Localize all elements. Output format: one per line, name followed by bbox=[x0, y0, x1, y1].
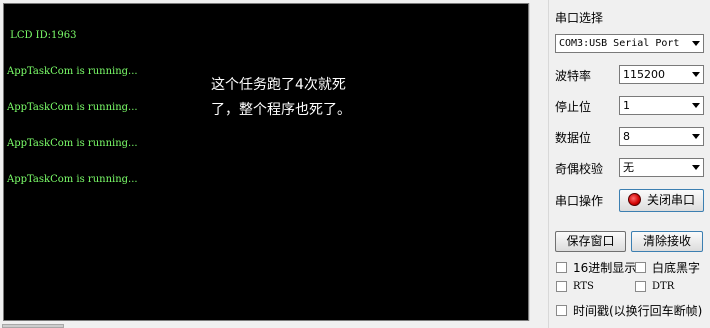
receive-terminal[interactable]: LCD ID:1963 AppTaskCom is running... App… bbox=[3, 3, 529, 321]
port-select-label: 串口选择 bbox=[555, 11, 604, 25]
terminal-line: AppTaskCom is running... bbox=[7, 102, 138, 113]
checkbox-box[interactable] bbox=[556, 305, 567, 316]
serial-settings-panel: 串口选择 COM3:USB Serial Port 波特率 115200 停止位… bbox=[549, 0, 710, 328]
white-background-label: 白底黑字 bbox=[652, 261, 701, 275]
close-port-button[interactable]: 关闭串口 bbox=[619, 189, 704, 212]
checkbox-box[interactable] bbox=[556, 281, 567, 292]
annotation-text: 这个任务跑了4次就死了，整个程序也死了。 bbox=[211, 77, 351, 118]
rts-checkbox[interactable]: RTS bbox=[556, 281, 594, 292]
scrollbar-thumb[interactable] bbox=[2, 324, 64, 328]
parity-select[interactable]: 无 bbox=[619, 158, 704, 177]
baud-select-value: 115200 bbox=[623, 68, 665, 81]
status-led-icon bbox=[627, 193, 641, 206]
chevron-down-icon bbox=[692, 41, 700, 46]
data-bits-value: 8 bbox=[623, 130, 630, 143]
baud-select[interactable]: 115200 bbox=[619, 65, 704, 84]
app-window: LCD ID:1963 AppTaskCom is running... App… bbox=[0, 0, 710, 328]
white-background-checkbox[interactable]: 白底黑字 bbox=[635, 259, 700, 276]
terminal-line: AppTaskCom is running... bbox=[7, 174, 138, 185]
hex-display-checkbox[interactable]: 16进制显示 bbox=[556, 259, 636, 276]
chevron-down-icon bbox=[692, 134, 700, 139]
chevron-down-icon bbox=[692, 72, 700, 77]
stop-bits-label: 停止位 bbox=[555, 100, 592, 114]
port-select[interactable]: COM3:USB Serial Port bbox=[555, 34, 704, 53]
terminal-line: LCD ID:1963 bbox=[7, 30, 77, 41]
checkbox-box[interactable] bbox=[635, 262, 646, 273]
rts-label: RTS bbox=[573, 281, 594, 292]
clear-receive-button[interactable]: 清除接收 bbox=[631, 231, 703, 252]
close-port-label: 关闭串口 bbox=[646, 193, 695, 207]
terminal-line: AppTaskCom is running... bbox=[7, 66, 138, 77]
dtr-label: DTR bbox=[652, 281, 675, 292]
stop-bits-value: 1 bbox=[623, 99, 630, 112]
data-bits-label: 数据位 bbox=[555, 131, 592, 145]
timestamp-checkbox[interactable]: 时间戳(以换行回车断帧) bbox=[556, 302, 702, 319]
chevron-down-icon bbox=[692, 103, 700, 108]
checkbox-box[interactable] bbox=[556, 262, 567, 273]
terminal-line: AppTaskCom is running... bbox=[7, 138, 138, 149]
timestamp-label: 时间戳(以换行回车断帧) bbox=[573, 304, 703, 318]
port-operation-label: 串口操作 bbox=[555, 194, 604, 208]
parity-value: 无 bbox=[623, 161, 634, 174]
port-select-value: COM3:USB Serial Port bbox=[559, 38, 680, 49]
stop-bits-select[interactable]: 1 bbox=[619, 96, 704, 115]
horizontal-scrollbar[interactable] bbox=[0, 321, 548, 328]
terminal-output: LCD ID:1963 AppTaskCom is running... App… bbox=[7, 6, 138, 210]
checkbox-box[interactable] bbox=[635, 281, 646, 292]
chevron-down-icon bbox=[692, 165, 700, 170]
baud-label: 波特率 bbox=[555, 69, 592, 83]
data-bits-select[interactable]: 8 bbox=[619, 127, 704, 146]
dtr-checkbox[interactable]: DTR bbox=[635, 281, 674, 292]
hex-display-label: 16进制显示 bbox=[573, 261, 637, 275]
vertical-scrollbar[interactable] bbox=[529, 3, 546, 321]
save-window-button[interactable]: 保存窗口 bbox=[555, 231, 626, 252]
parity-label: 奇偶校验 bbox=[555, 162, 604, 176]
